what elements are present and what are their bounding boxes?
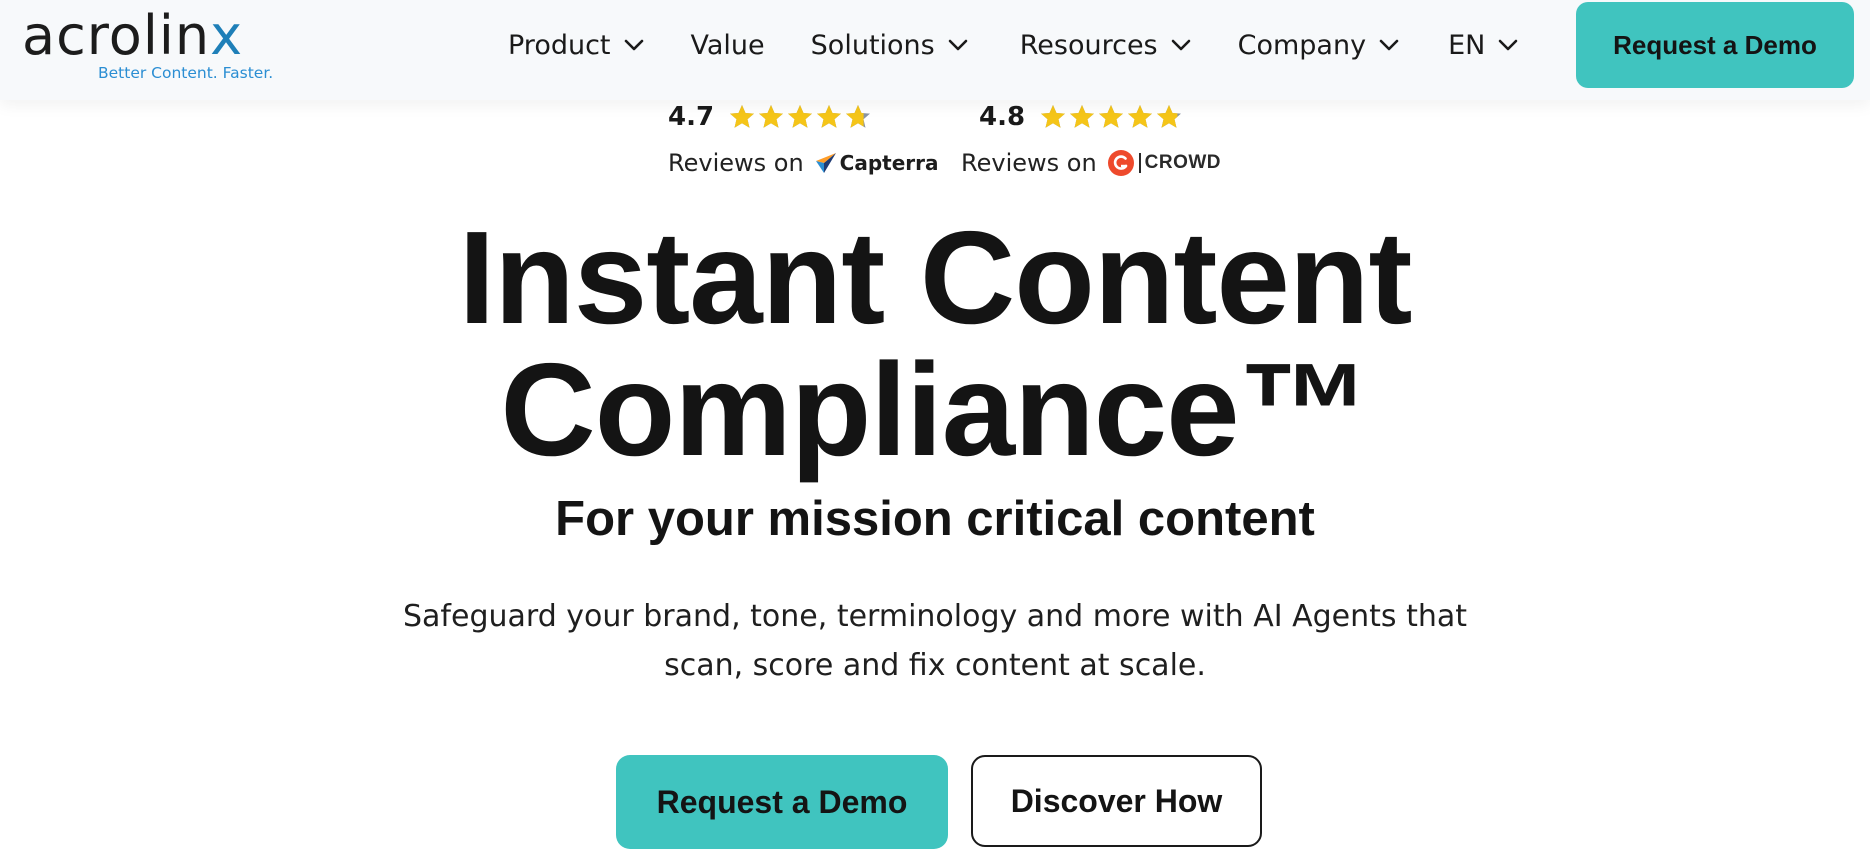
rating-score-row: 4.8: [979, 100, 1184, 134]
star-icon: [1070, 105, 1095, 128]
rating-score: 4.8: [979, 102, 1026, 132]
logo-wordmark-x: x: [210, 4, 244, 67]
capterra-wordmark: Capterra: [839, 151, 939, 175]
star-icon: [846, 105, 871, 128]
nav-item-product[interactable]: Product: [508, 22, 645, 68]
acrolinx-logo[interactable]: acrolinx Better Content. Faster.: [22, 6, 274, 86]
star-icon: [1041, 105, 1066, 128]
capterra-arrow-icon: [815, 153, 836, 173]
language-label: EN: [1448, 29, 1486, 61]
discover-how-button[interactable]: Discover How: [971, 755, 1262, 847]
main-nav: Product Value Solutions Resources Compan…: [508, 22, 1519, 68]
rating-source-row: Reviews on CROWD: [961, 146, 1221, 180]
rating-score: 4.7: [668, 102, 715, 132]
star-icon: [1099, 105, 1124, 128]
star-icon: [730, 105, 755, 128]
hero-title-line-1: Instant Content: [458, 204, 1413, 351]
nav-item-label: Product: [508, 29, 611, 61]
star-icon: [1157, 105, 1182, 128]
chevron-down-icon: [624, 39, 643, 51]
chevron-down-icon: [1171, 39, 1190, 51]
rating-source-row: Reviews on Capterra: [668, 146, 939, 180]
logo-tagline: Better Content. Faster.: [98, 64, 274, 82]
capterra-rating[interactable]: 4.7 Reviews on Capterra: [668, 100, 948, 190]
nav-item-label: Company: [1237, 29, 1367, 61]
site-header: acrolinx Better Content. Faster. Product…: [0, 0, 1870, 100]
nav-item-label: Resources: [1019, 29, 1158, 61]
hero-description-line-2: scan, score and fix content at scale.: [664, 648, 1206, 683]
nav-item-company[interactable]: Company: [1238, 22, 1400, 68]
nav-item-resources[interactable]: Resources: [1020, 22, 1192, 68]
g2-crowd-logo: CROWD: [1107, 149, 1221, 177]
star-rating: [728, 103, 873, 131]
header-request-demo-button[interactable]: Request a Demo: [1576, 2, 1854, 88]
star-icon: [759, 105, 784, 128]
star-icon: [817, 105, 842, 128]
hero-description: Safeguard your brand, tone, terminology …: [335, 592, 1535, 690]
hero-description-line-1: Safeguard your brand, tone, terminology …: [403, 599, 1467, 634]
chevron-down-icon: [948, 39, 968, 51]
star-icon: [788, 105, 813, 128]
reviews-on-label: Reviews on: [961, 149, 1097, 177]
hero-title-line-2: Compliance™: [500, 336, 1370, 483]
logo-wordmark-text: acrolin: [22, 4, 211, 67]
nav-item-solutions[interactable]: Solutions: [811, 22, 969, 68]
nav-item-value[interactable]: Value: [691, 22, 765, 68]
crowd-wordmark: CROWD: [1138, 153, 1221, 173]
g2-badge-icon: [1107, 150, 1134, 176]
star-rating: [1039, 103, 1184, 131]
chevron-down-icon: [1499, 39, 1518, 51]
g2-rating[interactable]: 4.8 Reviews on CROWD: [961, 100, 1221, 190]
nav-item-label: Solutions: [810, 29, 935, 61]
request-demo-button[interactable]: Request a Demo: [616, 755, 948, 849]
star-icon: [1128, 105, 1153, 128]
chevron-down-icon: [1379, 39, 1399, 51]
reviews-on-label: Reviews on: [668, 149, 804, 177]
rating-score-row: 4.7: [668, 100, 873, 134]
language-selector[interactable]: EN: [1448, 22, 1519, 68]
logo-wordmark: acrolinx: [22, 6, 243, 66]
hero-title: Instant Content Compliance™: [0, 212, 1870, 476]
capterra-logo: Capterra: [814, 151, 939, 175]
hero-subtitle: For your mission critical content: [555, 492, 1315, 546]
nav-item-label: Value: [690, 29, 765, 61]
